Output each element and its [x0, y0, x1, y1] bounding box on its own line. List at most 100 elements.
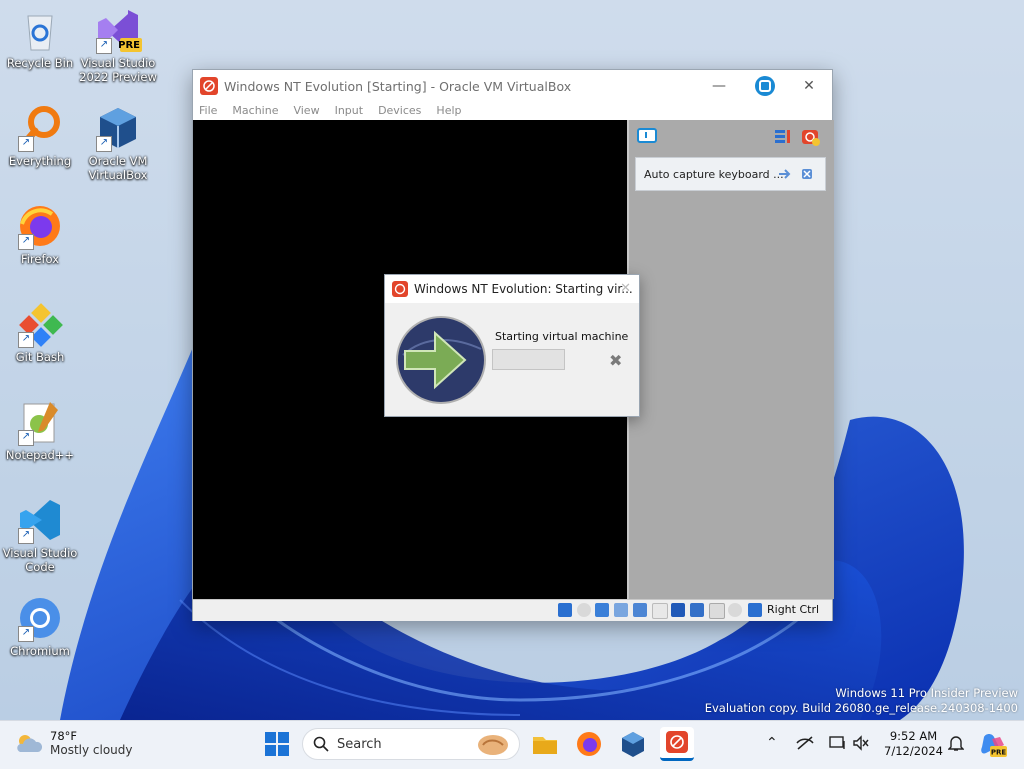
audio-icon[interactable]	[614, 603, 628, 617]
notification-toolbar	[629, 120, 834, 154]
clock-date: 7/12/2024	[884, 744, 943, 758]
display-icon[interactable]	[690, 603, 704, 617]
watermark-line-2: Evaluation copy. Build 26080.ge_release.…	[704, 701, 1018, 715]
cancel-operation-icon[interactable]: ✖	[609, 351, 622, 370]
taskbar: 78°F Mostly cloudy Search ⌃ 9:52 AM 7/12…	[0, 720, 1024, 769]
recording-icon[interactable]	[709, 603, 725, 619]
window-titlebar[interactable]: Windows NT Evolution [Starting] - Oracle…	[193, 70, 832, 102]
shortcut-arrow-icon: ↗	[96, 136, 112, 152]
notification-panel: Auto capture keyboard ...	[627, 120, 834, 599]
weather-widget[interactable]: 78°F Mostly cloudy	[14, 729, 133, 758]
message-icon[interactable]	[637, 128, 657, 146]
show-hidden-icons-chevron-icon[interactable]: ⌃	[766, 735, 778, 751]
weather-temperature: 78°F	[50, 729, 77, 743]
dialog-close-button[interactable]: ✕	[620, 281, 631, 296]
recycle-bin-icon	[27, 15, 53, 51]
taskbar-search[interactable]: Search	[302, 728, 520, 760]
taskbar-file-explorer-icon[interactable]	[530, 729, 560, 759]
desktop-icon-label: Everything	[8, 154, 72, 168]
desktop-icon-chromium[interactable]: ↗ Chromium	[0, 594, 80, 658]
starting-vm-dialog[interactable]: Windows NT Evolution: Starting vir... ✕ …	[384, 274, 640, 417]
minimize-button[interactable]: —	[696, 70, 742, 102]
desktop-icon-label: Visual Studio 2022 Preview	[79, 56, 157, 84]
hard-disk-icon[interactable]	[558, 603, 572, 617]
keyboard-capture-icon[interactable]	[748, 603, 762, 617]
restore-button[interactable]	[742, 70, 788, 102]
host-key-label[interactable]: Right Ctrl	[767, 603, 819, 616]
notice-text: Auto capture keyboard ...	[644, 167, 784, 181]
desktop-icon-vscode[interactable]: ↗ Visual Studio Code	[0, 496, 80, 574]
desktop-icon-label: Notepad++	[5, 448, 75, 462]
shortcut-arrow-icon: ↗	[18, 332, 34, 348]
usb-icon[interactable]	[652, 603, 668, 619]
auto-capture-notice[interactable]: Auto capture keyboard ...	[635, 157, 826, 191]
menu-devices[interactable]: Devices	[378, 102, 421, 120]
shortcut-arrow-icon: ↗	[18, 626, 34, 642]
sound-muted-icon[interactable]	[852, 735, 870, 751]
desktop-icon-recycle-bin[interactable]: Recycle Bin	[0, 6, 80, 70]
menu-help[interactable]: Help	[436, 102, 461, 120]
optical-drive-icon[interactable]	[577, 603, 591, 617]
notification-list-icon[interactable]	[774, 128, 792, 146]
shortcut-arrow-icon: ↗	[96, 38, 112, 54]
menu-machine[interactable]: Machine	[232, 102, 278, 120]
taskbar-clock[interactable]: 9:52 AM 7/12/2024	[884, 729, 943, 759]
search-placeholder: Search	[337, 736, 382, 752]
desktop-icon-git-bash[interactable]: ↗ Git Bash	[0, 300, 80, 364]
evaluation-watermark: Windows 11 Pro Insider Preview Evaluatio…	[705, 686, 1018, 716]
dialog-title: Windows NT Evolution: Starting vir...	[414, 282, 633, 296]
desktop-icon-virtualbox[interactable]: ↗ Oracle VM VirtualBox	[78, 104, 158, 182]
window-title: Windows NT Evolution [Starting] - Oracle…	[224, 78, 572, 94]
vm-app-icon	[200, 77, 218, 95]
dismiss-all-icon[interactable]	[801, 127, 821, 147]
shortcut-arrow-icon: ↗	[18, 430, 34, 446]
desktop-icon-firefox[interactable]: ↗ Firefox	[0, 202, 80, 266]
desktop-icon-everything[interactable]: ↗ Everything	[0, 104, 80, 168]
partly-cloudy-icon	[17, 734, 43, 752]
copilot-pre-icon[interactable]: PRE	[978, 729, 1008, 759]
menu-view[interactable]: View	[293, 102, 319, 120]
pre-badge: PRE	[118, 40, 140, 51]
search-highlight-icon	[478, 735, 508, 755]
desktop-icon-label: Recycle Bin	[6, 56, 74, 70]
close-button[interactable]: ✕	[786, 70, 832, 102]
desktop-icon-label: Git Bash	[15, 350, 65, 364]
taskbar-virtualbox-icon[interactable]	[618, 729, 648, 759]
desktop-icon-label: Visual Studio Code	[2, 546, 78, 574]
svg-text:PRE: PRE	[991, 749, 1007, 757]
start-vm-arrow-icon	[396, 316, 486, 404]
pin-icon[interactable]	[778, 168, 792, 180]
cpu-icon[interactable]	[728, 603, 742, 617]
desktop-icon-notepad-plus-plus[interactable]: ↗ Notepad++	[0, 398, 80, 462]
shortcut-arrow-icon: ↗	[18, 234, 34, 250]
desktop-icon-label: Firefox	[20, 252, 60, 266]
search-icon	[313, 736, 329, 752]
weather-condition: Mostly cloudy	[50, 743, 133, 757]
vm-app-icon	[392, 281, 408, 297]
desktop-icon-label: Chromium	[10, 644, 70, 658]
network-icon[interactable]	[633, 603, 647, 617]
taskbar-firefox-icon[interactable]	[574, 729, 604, 759]
notice-close-icon[interactable]	[801, 168, 813, 180]
floppy-icon[interactable]	[595, 603, 609, 617]
watermark-line-1: Windows 11 Pro Insider Preview	[835, 686, 1018, 700]
menu-file[interactable]: File	[199, 102, 217, 120]
desktop-icon-label: Oracle VM VirtualBox	[88, 154, 148, 182]
restore-window-icon	[755, 76, 775, 96]
clock-time: 9:52 AM	[889, 729, 938, 743]
vm-app-icon	[666, 731, 688, 753]
menu-bar: File Machine View Input Devices Help	[193, 102, 832, 120]
shortcut-arrow-icon: ↗	[18, 528, 34, 544]
shared-folders-icon[interactable]	[671, 603, 685, 617]
display-projection-icon[interactable]	[829, 735, 847, 751]
status-bar: Right Ctrl	[193, 599, 832, 621]
menu-input[interactable]: Input	[335, 102, 363, 120]
progress-bar	[492, 349, 565, 370]
notification-bell-icon[interactable]	[948, 735, 964, 752]
shortcut-arrow-icon: ↗	[18, 136, 34, 152]
desktop-icon-visual-studio[interactable]: PRE ↗ Visual Studio 2022 Preview	[78, 6, 158, 84]
taskbar-vm-window-button[interactable]	[660, 727, 694, 761]
dialog-titlebar[interactable]: Windows NT Evolution: Starting vir... ✕	[385, 275, 639, 303]
start-button[interactable]	[262, 729, 292, 759]
network-disconnected-icon[interactable]	[796, 735, 814, 751]
